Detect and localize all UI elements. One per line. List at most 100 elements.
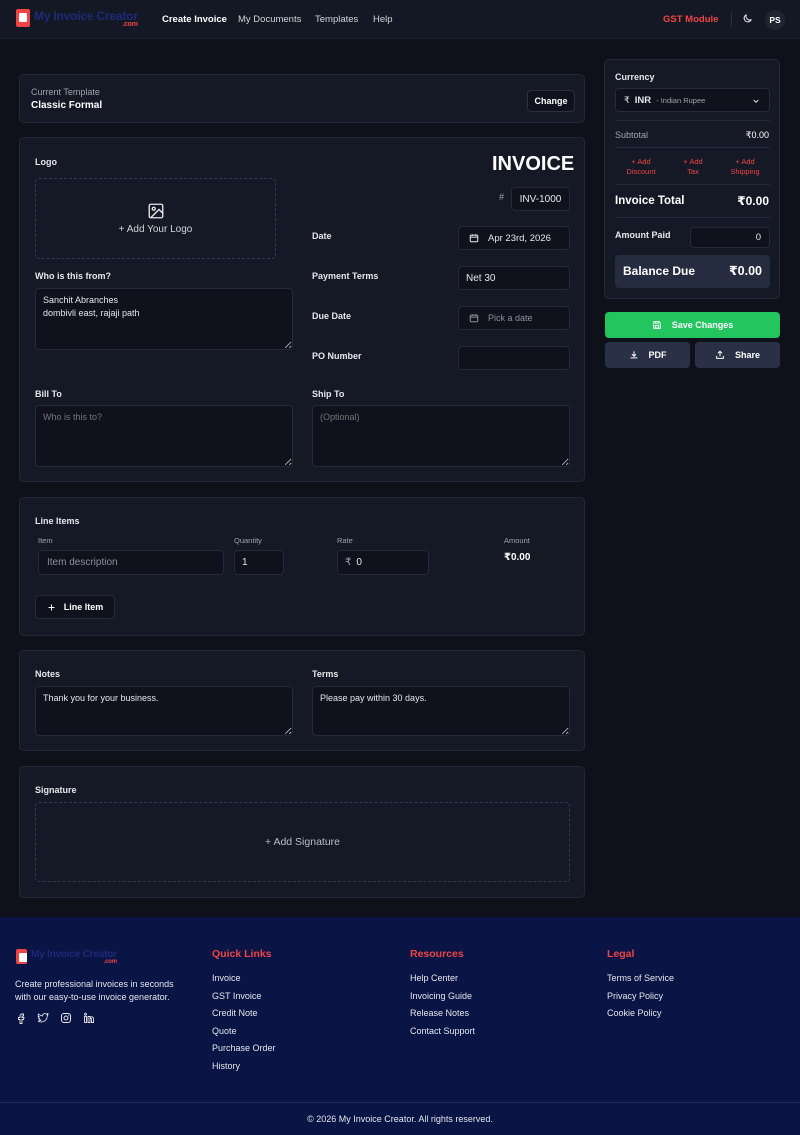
amount-paid-label: Amount Paid [615, 230, 671, 240]
footer-link-terms[interactable]: Terms of Service [607, 973, 674, 983]
add-logo-label: + Add Your Logo [118, 224, 193, 235]
divider [615, 147, 770, 148]
footer-link-help-center[interactable]: Help Center [410, 973, 458, 983]
resources-title: Resources [410, 948, 464, 960]
notes-terms-panel: Notes Thank you for your business. Terms… [19, 650, 585, 751]
footer-brand-logo[interactable]: My Invoice Creator .com [16, 949, 117, 965]
nav-my-documents[interactable]: My Documents [238, 14, 301, 25]
footer-link-credit-note[interactable]: Credit Note [212, 1008, 258, 1018]
gst-module-link[interactable]: GST Module [663, 14, 718, 25]
instagram-icon[interactable] [60, 1012, 72, 1024]
template-name: Classic Formal [31, 100, 103, 111]
save-changes-button[interactable]: Save Changes [605, 312, 780, 338]
footer-link-release-notes[interactable]: Release Notes [410, 1008, 469, 1018]
amount-column-header: Amount [504, 536, 530, 545]
rate-input[interactable]: ₹ 0 [337, 550, 429, 575]
invoice-logo-icon [16, 9, 30, 27]
date-picker[interactable]: Apr 23rd, 2026 [458, 226, 570, 250]
calendar-icon [469, 314, 479, 323]
footer-link-history[interactable]: History [212, 1061, 240, 1071]
share-icon [716, 350, 724, 359]
footer-link-gst-invoice[interactable]: GST Invoice [212, 991, 261, 1001]
due-date-picker[interactable]: Pick a date [458, 306, 570, 330]
change-template-button[interactable]: Change [527, 90, 575, 112]
from-label: Who is this from? [35, 271, 111, 281]
nav-help[interactable]: Help [373, 14, 393, 25]
divider [615, 184, 770, 185]
ship-to-label: Ship To [312, 389, 345, 399]
footer-link-invoicing-guide[interactable]: Invoicing Guide [410, 991, 472, 1001]
currency-symbol: ₹ [624, 94, 630, 105]
invoice-number-input[interactable]: INV-1000 [511, 187, 570, 211]
add-signature-area[interactable]: + Add Signature [35, 802, 570, 882]
rupee-icon: ₹ [345, 557, 352, 568]
brand-suffix: .com [122, 21, 138, 28]
download-icon [630, 351, 637, 359]
terms-label: Terms [312, 669, 339, 679]
invoice-details-panel: Logo + Add Your Logo INVOICE # INV-1000 … [19, 137, 585, 482]
user-avatar[interactable]: PS [765, 10, 785, 30]
invoice-number-prefix: # [499, 192, 505, 202]
add-shipping-link[interactable]: + Add Shipping [719, 157, 771, 177]
logo-upload-area[interactable]: + Add Your Logo [35, 178, 276, 259]
date-label: Date [312, 231, 332, 241]
footer-link-invoice[interactable]: Invoice [212, 973, 241, 983]
facebook-icon[interactable] [15, 1012, 27, 1024]
currency-select[interactable]: ₹ INR - Indian Rupee [615, 88, 770, 112]
quantity-input[interactable]: 1 [234, 550, 284, 575]
share-button[interactable]: Share [695, 342, 780, 368]
payment-terms-label: Payment Terms [312, 271, 379, 281]
invoice-title: INVOICE [492, 153, 575, 175]
chevron-down-icon [753, 99, 759, 103]
bill-to-label: Bill To [35, 389, 62, 399]
date-value: Apr 23rd, 2026 [488, 232, 551, 244]
quantity-column-header: Quantity [234, 536, 262, 545]
template-panel: Current Template Classic Formal Change [19, 74, 585, 123]
summary-panel: Currency ₹ INR - Indian Rupee Subtotal ₹… [604, 59, 780, 299]
twitter-icon[interactable] [37, 1012, 49, 1024]
linkedin-icon[interactable] [83, 1012, 95, 1024]
footer-link-purchase-order[interactable]: Purchase Order [212, 1043, 276, 1053]
bill-to-textarea[interactable] [35, 405, 293, 467]
payment-terms-input[interactable]: Net 30 [458, 266, 570, 290]
terms-textarea[interactable]: Please pay within 30 days. [312, 686, 570, 736]
footer: My Invoice Creator .com Create professio… [0, 917, 800, 1135]
moon-icon[interactable] [742, 13, 753, 24]
nav-divider [731, 12, 732, 27]
nav-create-invoice[interactable]: Create Invoice [162, 14, 227, 25]
from-textarea[interactable]: Sanchit Abranches dombivli east, rajaji … [35, 288, 293, 350]
brand-logo[interactable]: My Invoice Creator .com [16, 9, 138, 28]
add-line-item-label: Line Item [63, 602, 104, 612]
po-number-input[interactable] [458, 346, 570, 370]
ship-to-textarea[interactable] [312, 405, 570, 467]
save-icon [652, 321, 661, 329]
calendar-icon [469, 234, 479, 243]
notes-label: Notes [35, 669, 61, 679]
add-tax-link[interactable]: + Add Tax [671, 157, 715, 177]
footer-link-privacy[interactable]: Privacy Policy [607, 991, 663, 1001]
footer-tagline: Create professional invoices in seconds … [15, 979, 174, 1003]
footer-link-cookie[interactable]: Cookie Policy [607, 1008, 662, 1018]
notes-textarea[interactable]: Thank you for your business. [35, 686, 293, 736]
amount-paid-input[interactable]: 0 [690, 227, 770, 248]
balance-due-label: Balance Due [623, 264, 696, 278]
footer-link-contact-support[interactable]: Contact Support [410, 1026, 475, 1036]
pdf-button[interactable]: PDF [605, 342, 690, 368]
currency-code: INR [634, 94, 652, 106]
item-description-input[interactable]: Item description [38, 550, 224, 575]
line-items-panel: Line Items Item Quantity Rate Amount Ite… [19, 497, 585, 636]
add-line-item-button[interactable]: Line Item [35, 595, 115, 619]
add-discount-link[interactable]: + Add Discount [617, 157, 665, 177]
footer-brand-suffix: .com [103, 959, 117, 965]
save-changes-label: Save Changes [671, 320, 734, 330]
line-items-title: Line Items [35, 516, 80, 526]
footer-link-quote[interactable]: Quote [212, 1026, 237, 1036]
invoice-total-value: ₹0.00 [737, 194, 769, 208]
invoice-total-label: Invoice Total [615, 195, 685, 207]
signature-label: Signature [35, 785, 77, 795]
divider [615, 217, 770, 218]
share-label: Share [734, 350, 760, 360]
balance-due-box: Balance Due ₹0.00 [615, 255, 770, 288]
nav-templates[interactable]: Templates [315, 14, 358, 25]
brand-name: My Invoice Creator .com [34, 9, 138, 28]
